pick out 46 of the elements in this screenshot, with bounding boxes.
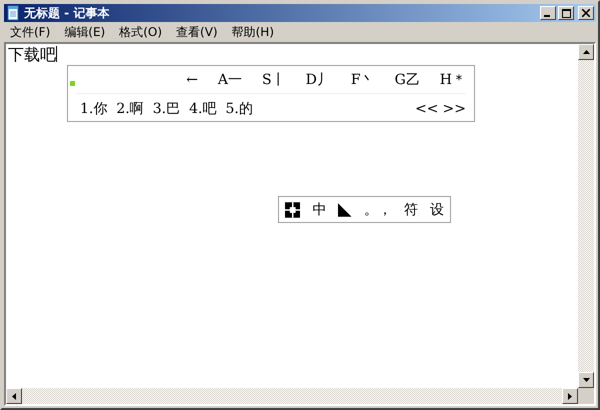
document-text: 下载吧: [8, 45, 56, 64]
maximize-button[interactable]: [558, 6, 574, 20]
window-title: 无标题 - 记事本: [24, 4, 110, 22]
half-width-icon[interactable]: [338, 202, 352, 216]
close-button[interactable]: [578, 6, 594, 20]
stroke-key[interactable]: S丨: [262, 70, 286, 88]
menu-item[interactable]: 查看(V): [176, 24, 218, 40]
close-icon: [582, 9, 590, 17]
stroke-key[interactable]: G乙: [394, 70, 420, 88]
up-arrow-icon: [582, 50, 590, 54]
input-mode-toggle[interactable]: 中: [312, 200, 326, 218]
notepad-icon: [6, 5, 20, 21]
horizontal-scrollbar[interactable]: [6, 388, 578, 404]
stroke-key[interactable]: ←: [186, 70, 198, 88]
scroll-up-button[interactable]: [578, 44, 594, 60]
text-cursor: [56, 46, 57, 62]
down-arrow-icon: [582, 378, 590, 382]
menu-item[interactable]: 格式(O): [119, 24, 162, 40]
right-arrow-icon: [568, 392, 572, 400]
candidate-word[interactable]: 2.啊: [116, 100, 144, 118]
status-indicator-icon: [70, 81, 75, 86]
candidate-word[interactable]: 1.你: [80, 100, 108, 118]
stroke-key[interactable]: D丿: [306, 70, 331, 88]
candidate-word[interactable]: 4.吧: [189, 100, 216, 118]
settings-button[interactable]: 设: [430, 200, 444, 218]
menu-item[interactable]: 编辑(E): [64, 24, 106, 40]
maximize-icon: [562, 8, 570, 18]
menu-item[interactable]: 帮助(H): [232, 24, 274, 40]
vertical-scrollbar[interactable]: [578, 44, 594, 388]
menu-item[interactable]: 文件(F): [10, 24, 50, 40]
punctuation-toggle[interactable]: 。，: [364, 200, 392, 218]
page-button[interactable]: <<: [415, 100, 439, 118]
ime-logo-icon[interactable]: [285, 202, 300, 218]
text-area[interactable]: 下载吧 ← A一 S丨 D丿 F丶 G乙 H＊ 1.你 2.啊 3.巴 4.吧 5.的 << >> 中 。， 符 设: [6, 44, 578, 388]
page-button[interactable]: >>: [442, 100, 466, 118]
candidate-word[interactable]: 5.的: [225, 100, 253, 118]
symbols-button[interactable]: 符: [404, 200, 418, 218]
scroll-left-button[interactable]: [6, 388, 22, 404]
scroll-right-button[interactable]: [562, 388, 578, 404]
stroke-key[interactable]: F丶: [350, 70, 375, 88]
minimize-button[interactable]: [540, 6, 556, 20]
candidate-word[interactable]: 3.巴: [152, 100, 180, 118]
left-arrow-icon: [12, 392, 16, 400]
stroke-key[interactable]: A一: [218, 70, 242, 88]
stroke-key[interactable]: H＊: [440, 70, 466, 88]
scroll-down-button[interactable]: [578, 372, 594, 388]
